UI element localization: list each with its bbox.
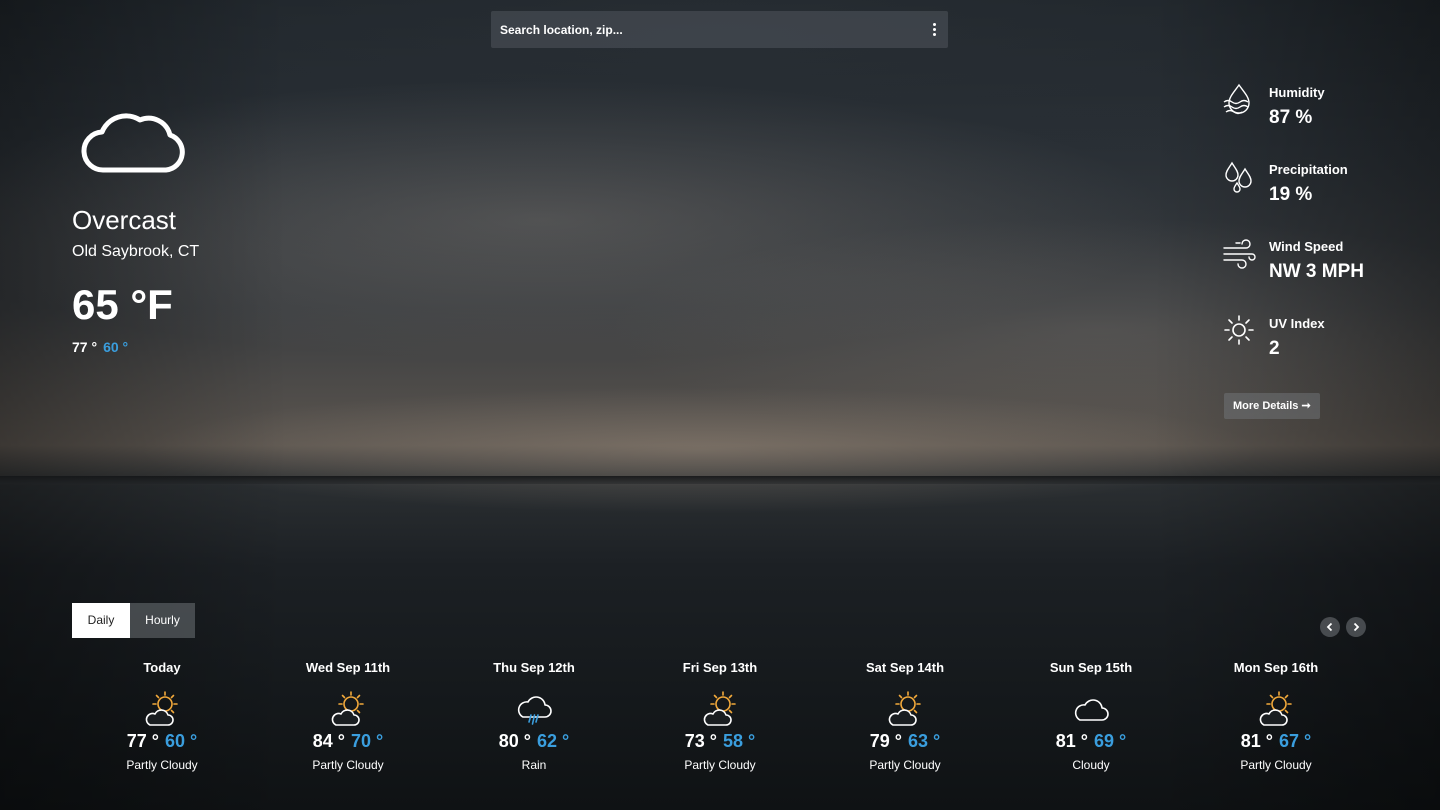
- forecast-low: 70 °: [351, 731, 384, 751]
- forecast-temps: 80 ° 62 °: [449, 731, 619, 752]
- stat-label: Wind Speed: [1269, 239, 1344, 254]
- forecast-day-name: Today: [143, 660, 181, 675]
- stat-value: NW 3 MPH: [1269, 261, 1364, 282]
- forecast-low: 60 °: [165, 731, 198, 751]
- droplets-icon: [1225, 161, 1252, 193]
- partly-cloudy-icon: [1259, 691, 1292, 726]
- sun-icon: [1224, 315, 1254, 345]
- forecast-low: 67 °: [1279, 731, 1312, 751]
- forecast-condition: Cloudy: [1072, 758, 1110, 772]
- forecast-high: 84 °: [312, 731, 345, 751]
- partly-cloudy-icon: [888, 691, 921, 726]
- arrow-right-icon: ➞: [1301, 400, 1311, 412]
- partly-cloudy-icon: [703, 691, 736, 726]
- stat-value: 2: [1269, 338, 1280, 359]
- stat-label: UV Index: [1269, 316, 1325, 331]
- partly-cloudy-icon: [331, 691, 364, 726]
- forecast-temps: 81 ° 69 °: [1006, 731, 1176, 752]
- forecast-day: Sat Sep 14th 79 ° 63 ° Partly Cloudy: [820, 660, 990, 772]
- forecast-high: 81 °: [1240, 731, 1273, 751]
- forecast-temps: 73 ° 58 °: [635, 731, 805, 752]
- forecast-condition: Partly Cloudy: [312, 758, 384, 772]
- stat-value: 87 %: [1269, 107, 1313, 128]
- forecast-day-name: Sat Sep 14th: [865, 660, 945, 675]
- more-options-icon[interactable]: [930, 21, 938, 38]
- stat-label: Humidity: [1269, 85, 1325, 100]
- forecast-day: Mon Sep 16th 81 ° 67 ° Partly Cloudy: [1191, 660, 1361, 772]
- forecast-condition: Partly Cloudy: [1240, 758, 1312, 772]
- more-details-button[interactable]: More Details ➞: [1224, 393, 1320, 419]
- wind-icon: [1223, 239, 1256, 269]
- stat-wind-speed: Wind Speed NW 3 MPH: [1222, 234, 1422, 311]
- tab-daily[interactable]: Daily: [72, 603, 130, 638]
- forecast-low: 58 °: [723, 731, 756, 751]
- forecast-day: Today 77 ° 60 ° Partly Cloudy: [77, 660, 247, 772]
- tab-hourly[interactable]: Hourly: [130, 603, 195, 638]
- forecast-condition: Partly Cloudy: [684, 758, 756, 772]
- forecast-temps: 77 ° 60 °: [77, 731, 247, 752]
- forecast-low: 63 °: [908, 731, 941, 751]
- forecast-temps: 79 ° 63 °: [820, 731, 990, 752]
- forecast-day-name: Wed Sep 11th: [305, 660, 391, 675]
- stat-humidity: Humidity 87 %: [1222, 80, 1422, 157]
- current-high-low: 77 ° 60 °: [72, 339, 199, 355]
- current-high: 77 °: [72, 339, 98, 355]
- forecast-low: 69 °: [1094, 731, 1127, 751]
- forecast-high: 77 °: [126, 731, 159, 751]
- forecast-temps: 84 ° 70 °: [263, 731, 433, 752]
- search-bar: [491, 11, 948, 48]
- forecast-condition: Partly Cloudy: [126, 758, 198, 772]
- stat-label: Precipitation: [1269, 162, 1348, 177]
- forecast-high: 80 °: [498, 731, 531, 751]
- search-input[interactable]: [491, 11, 911, 48]
- forecast-tabs: Daily Hourly: [72, 603, 195, 638]
- cloud-icon: [1074, 699, 1109, 721]
- partly-cloudy-icon: [145, 691, 178, 726]
- horizon-line: [0, 476, 1440, 484]
- stat-uv-index: UV Index 2: [1222, 311, 1422, 388]
- forecast-day: Fri Sep 13th 73 ° 58 ° Partly Cloudy: [635, 660, 805, 772]
- forecast-day-name: Thu Sep 12th: [493, 660, 575, 675]
- chevron-left-icon: [1326, 622, 1333, 632]
- forecast-high: 79 °: [869, 731, 902, 751]
- current-temperature: 65 °F: [72, 281, 173, 328]
- current-conditions: Overcast Old Saybrook, CT 65 °F 77 ° 60 °: [72, 104, 199, 355]
- cloud-icon: [81, 113, 185, 173]
- rain-icon: [517, 696, 552, 725]
- forecast-condition: Rain: [521, 758, 547, 772]
- forecast-day-name: Fri Sep 13th: [682, 660, 758, 675]
- forecast-day-name: Mon Sep 16th: [1233, 660, 1319, 675]
- prev-button[interactable]: [1320, 617, 1340, 637]
- stat-value: 19 %: [1269, 184, 1313, 205]
- forecast-day-name: Sun Sep 15th: [1049, 660, 1133, 675]
- current-condition: Overcast: [72, 205, 177, 235]
- chevron-right-icon: [1353, 622, 1360, 632]
- forecast-day: Wed Sep 11th 84 ° 70 ° Partly Cloudy: [263, 660, 433, 772]
- next-button[interactable]: [1346, 617, 1366, 637]
- more-details-label: More Details: [1233, 400, 1299, 412]
- humidity-icon: [1223, 83, 1250, 115]
- forecast-low: 62 °: [537, 731, 570, 751]
- forecast-high: 81 °: [1055, 731, 1088, 751]
- forecast-high: 73 °: [684, 731, 717, 751]
- forecast-day: Thu Sep 12th 80 ° 62 ° Rain: [449, 660, 619, 772]
- forecast-temps: 81 ° 67 °: [1191, 731, 1361, 752]
- current-location: Old Saybrook, CT: [72, 243, 200, 260]
- weather-stats: Humidity 87 % Precipitation 19 % Wind Sp…: [1222, 80, 1422, 388]
- forecast-day: Sun Sep 15th 81 ° 69 ° Cloudy: [1006, 660, 1176, 772]
- forecast-condition: Partly Cloudy: [869, 758, 941, 772]
- current-low: 60 °: [103, 339, 129, 355]
- stat-precipitation: Precipitation 19 %: [1222, 157, 1422, 234]
